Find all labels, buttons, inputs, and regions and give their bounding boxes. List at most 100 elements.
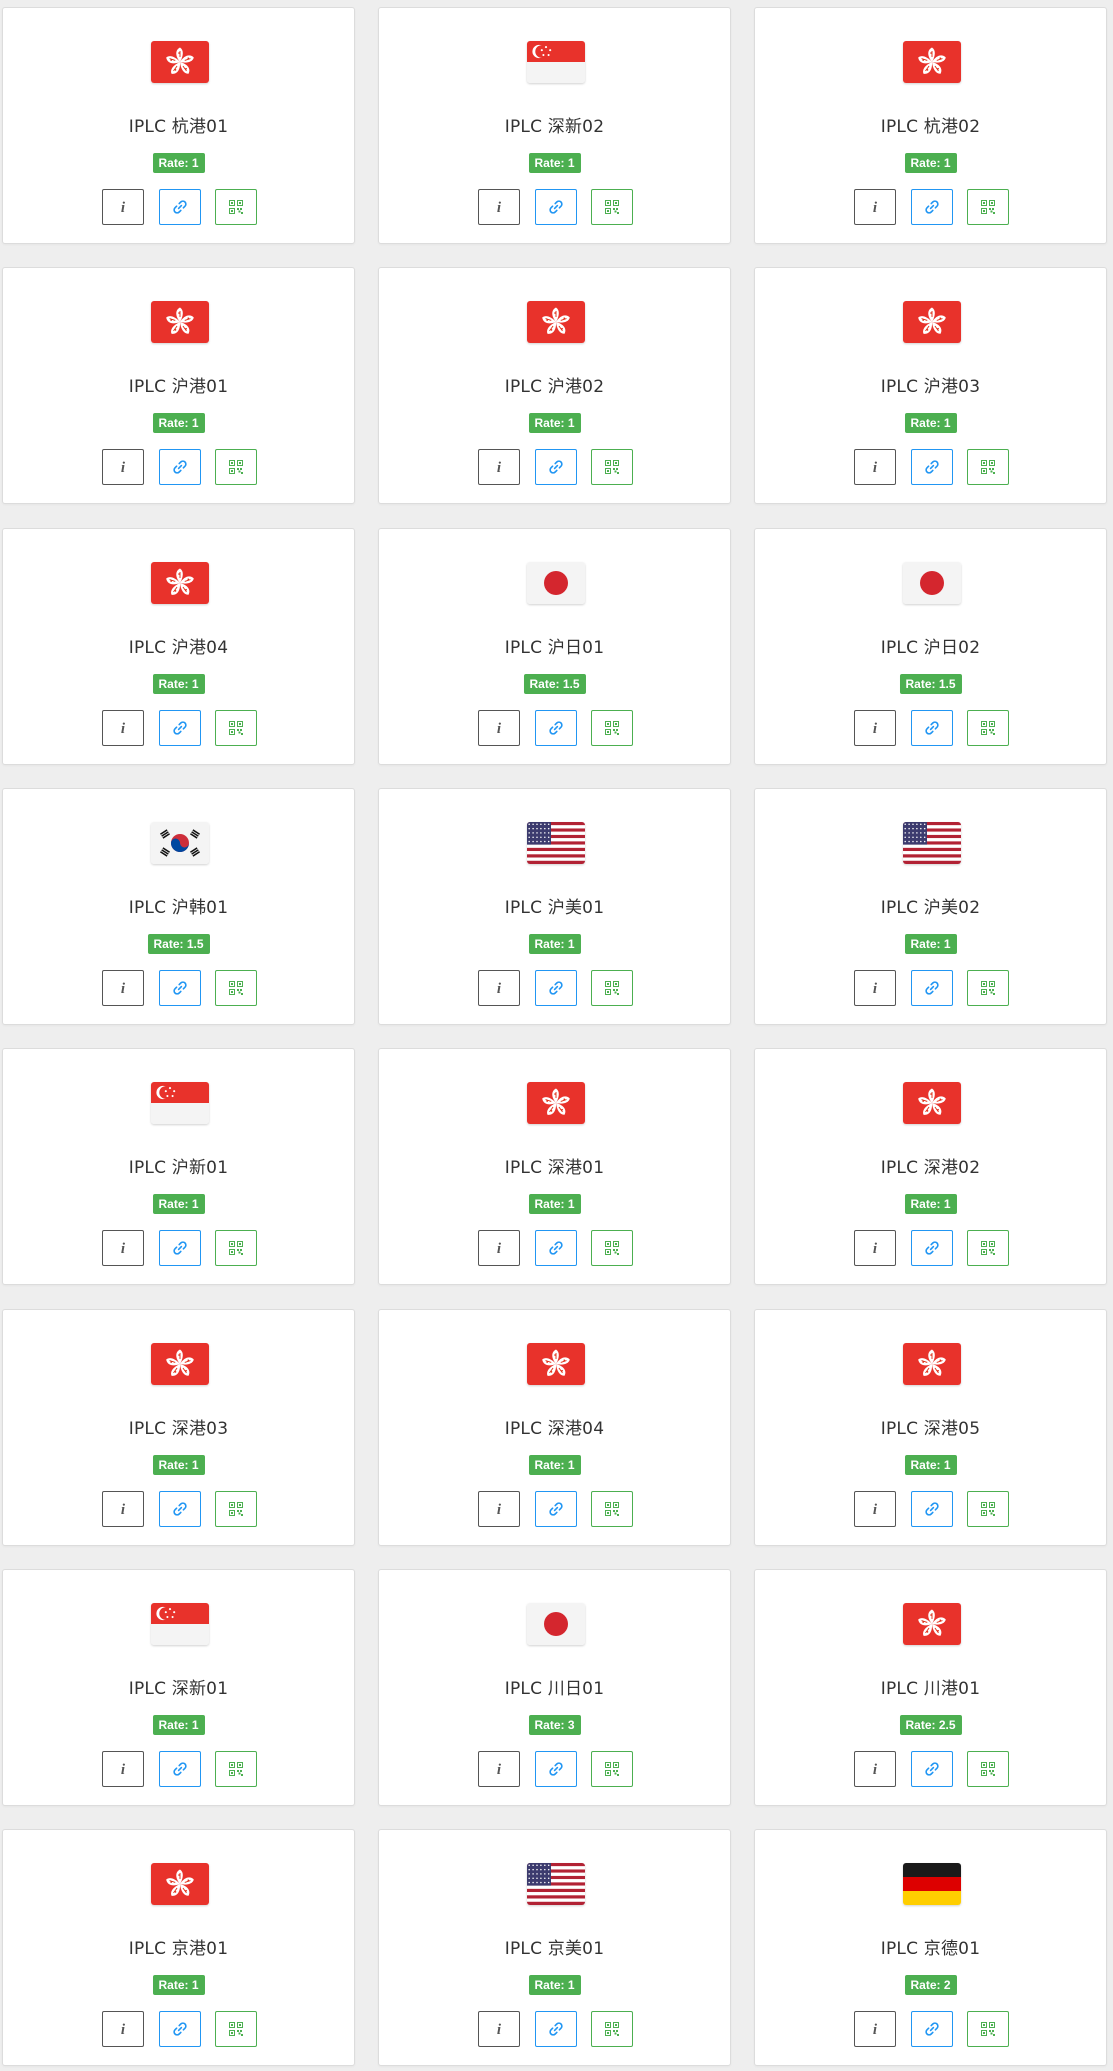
copy-link-button[interactable] [911, 1491, 953, 1527]
copy-link-button[interactable] [911, 189, 953, 225]
copy-link-button[interactable] [911, 970, 953, 1006]
qrcode-icon [605, 721, 619, 735]
qrcode-icon [229, 721, 243, 735]
node-info-button[interactable]: i [854, 2011, 896, 2047]
copy-link-button[interactable] [159, 2011, 201, 2047]
node-info-button[interactable]: i [478, 970, 520, 1006]
copy-link-button[interactable] [911, 1230, 953, 1266]
copy-link-button[interactable] [159, 970, 201, 1006]
copy-link-button[interactable] [159, 710, 201, 746]
copy-link-button[interactable] [159, 1491, 201, 1527]
node-info-button[interactable]: i [854, 1751, 896, 1787]
copy-link-button[interactable] [911, 1751, 953, 1787]
copy-link-button[interactable] [535, 970, 577, 1006]
copy-link-button[interactable] [535, 449, 577, 485]
qrcode-button[interactable] [215, 1751, 257, 1787]
node-card: IPLC 沪美01 Rate: 1 i [378, 788, 731, 1025]
rate-badge: Rate: 1.5 [147, 934, 210, 954]
qrcode-icon [229, 460, 243, 474]
copy-link-button[interactable] [159, 189, 201, 225]
node-info-button[interactable]: i [102, 1491, 144, 1527]
qrcode-icon [605, 200, 619, 214]
node-info-button[interactable]: i [102, 189, 144, 225]
copy-link-button[interactable] [911, 710, 953, 746]
qrcode-button[interactable] [591, 189, 633, 225]
svg-text:i: i [873, 981, 878, 996]
copy-link-button[interactable] [535, 1230, 577, 1266]
node-name: IPLC 杭港02 [880, 117, 981, 137]
qrcode-icon [229, 2022, 243, 2036]
link-icon [924, 199, 940, 215]
node-card: IPLC 川日01 Rate: 3 i [378, 1569, 731, 1806]
node-info-button[interactable]: i [478, 710, 520, 746]
qrcode-button[interactable] [591, 710, 633, 746]
node-info-button[interactable]: i [854, 449, 896, 485]
hong-kong-flag-icon [903, 1082, 961, 1124]
copy-link-button[interactable] [535, 1491, 577, 1527]
node-info-button[interactable]: i [102, 449, 144, 485]
qrcode-button[interactable] [967, 1230, 1009, 1266]
node-info-button[interactable]: i [478, 1751, 520, 1787]
qrcode-button[interactable] [591, 1230, 633, 1266]
link-icon [548, 1761, 564, 1777]
qrcode-button[interactable] [967, 189, 1009, 225]
link-icon [172, 199, 188, 215]
qrcode-button[interactable] [591, 1751, 633, 1787]
qrcode-button[interactable] [215, 1230, 257, 1266]
node-info-button[interactable]: i [854, 1230, 896, 1266]
qrcode-button[interactable] [215, 449, 257, 485]
node-info-button[interactable]: i [478, 189, 520, 225]
qrcode-icon [981, 460, 995, 474]
copy-link-button[interactable] [535, 2011, 577, 2047]
qrcode-button[interactable] [967, 449, 1009, 485]
qrcode-icon [605, 1241, 619, 1255]
node-info-button[interactable]: i [102, 710, 144, 746]
qrcode-button[interactable] [591, 970, 633, 1006]
qrcode-button[interactable] [967, 710, 1009, 746]
copy-link-button[interactable] [911, 449, 953, 485]
qrcode-button[interactable] [967, 970, 1009, 1006]
node-info-button[interactable]: i [854, 970, 896, 1006]
svg-text:i: i [497, 1502, 502, 1517]
qrcode-button[interactable] [215, 189, 257, 225]
copy-link-button[interactable] [535, 189, 577, 225]
copy-link-button[interactable] [535, 710, 577, 746]
svg-text:i: i [873, 460, 878, 475]
link-icon [548, 720, 564, 736]
node-info-button[interactable]: i [102, 1751, 144, 1787]
qrcode-button[interactable] [215, 2011, 257, 2047]
node-name: IPLC 川港01 [880, 1679, 981, 1699]
qrcode-button[interactable] [967, 1751, 1009, 1787]
copy-link-button[interactable] [159, 1751, 201, 1787]
qrcode-button[interactable] [967, 2011, 1009, 2047]
rate-badge: Rate: 1 [528, 1194, 581, 1214]
qrcode-button[interactable] [591, 2011, 633, 2047]
qrcode-button[interactable] [215, 970, 257, 1006]
qrcode-button[interactable] [591, 449, 633, 485]
qrcode-button[interactable] [591, 1491, 633, 1527]
link-icon [172, 1761, 188, 1777]
node-info-button[interactable]: i [478, 449, 520, 485]
qrcode-button[interactable] [215, 1491, 257, 1527]
svg-text:i: i [873, 1502, 878, 1517]
node-info-button[interactable]: i [102, 1230, 144, 1266]
qrcode-button[interactable] [967, 1491, 1009, 1527]
copy-link-button[interactable] [159, 449, 201, 485]
node-info-button[interactable]: i [854, 710, 896, 746]
rate-badge: Rate: 1 [528, 153, 581, 173]
node-info-button[interactable]: i [854, 189, 896, 225]
copy-link-button[interactable] [535, 1751, 577, 1787]
qrcode-icon [981, 1241, 995, 1255]
node-info-button[interactable]: i [478, 1230, 520, 1266]
node-info-button[interactable]: i [854, 1491, 896, 1527]
copy-link-button[interactable] [159, 1230, 201, 1266]
copy-link-button[interactable] [911, 2011, 953, 2047]
node-info-button[interactable]: i [478, 1491, 520, 1527]
qrcode-icon [229, 1502, 243, 1516]
rate-badge: Rate: 1 [152, 153, 205, 173]
link-icon [172, 720, 188, 736]
qrcode-button[interactable] [215, 710, 257, 746]
node-info-button[interactable]: i [102, 970, 144, 1006]
node-info-button[interactable]: i [478, 2011, 520, 2047]
node-info-button[interactable]: i [102, 2011, 144, 2047]
